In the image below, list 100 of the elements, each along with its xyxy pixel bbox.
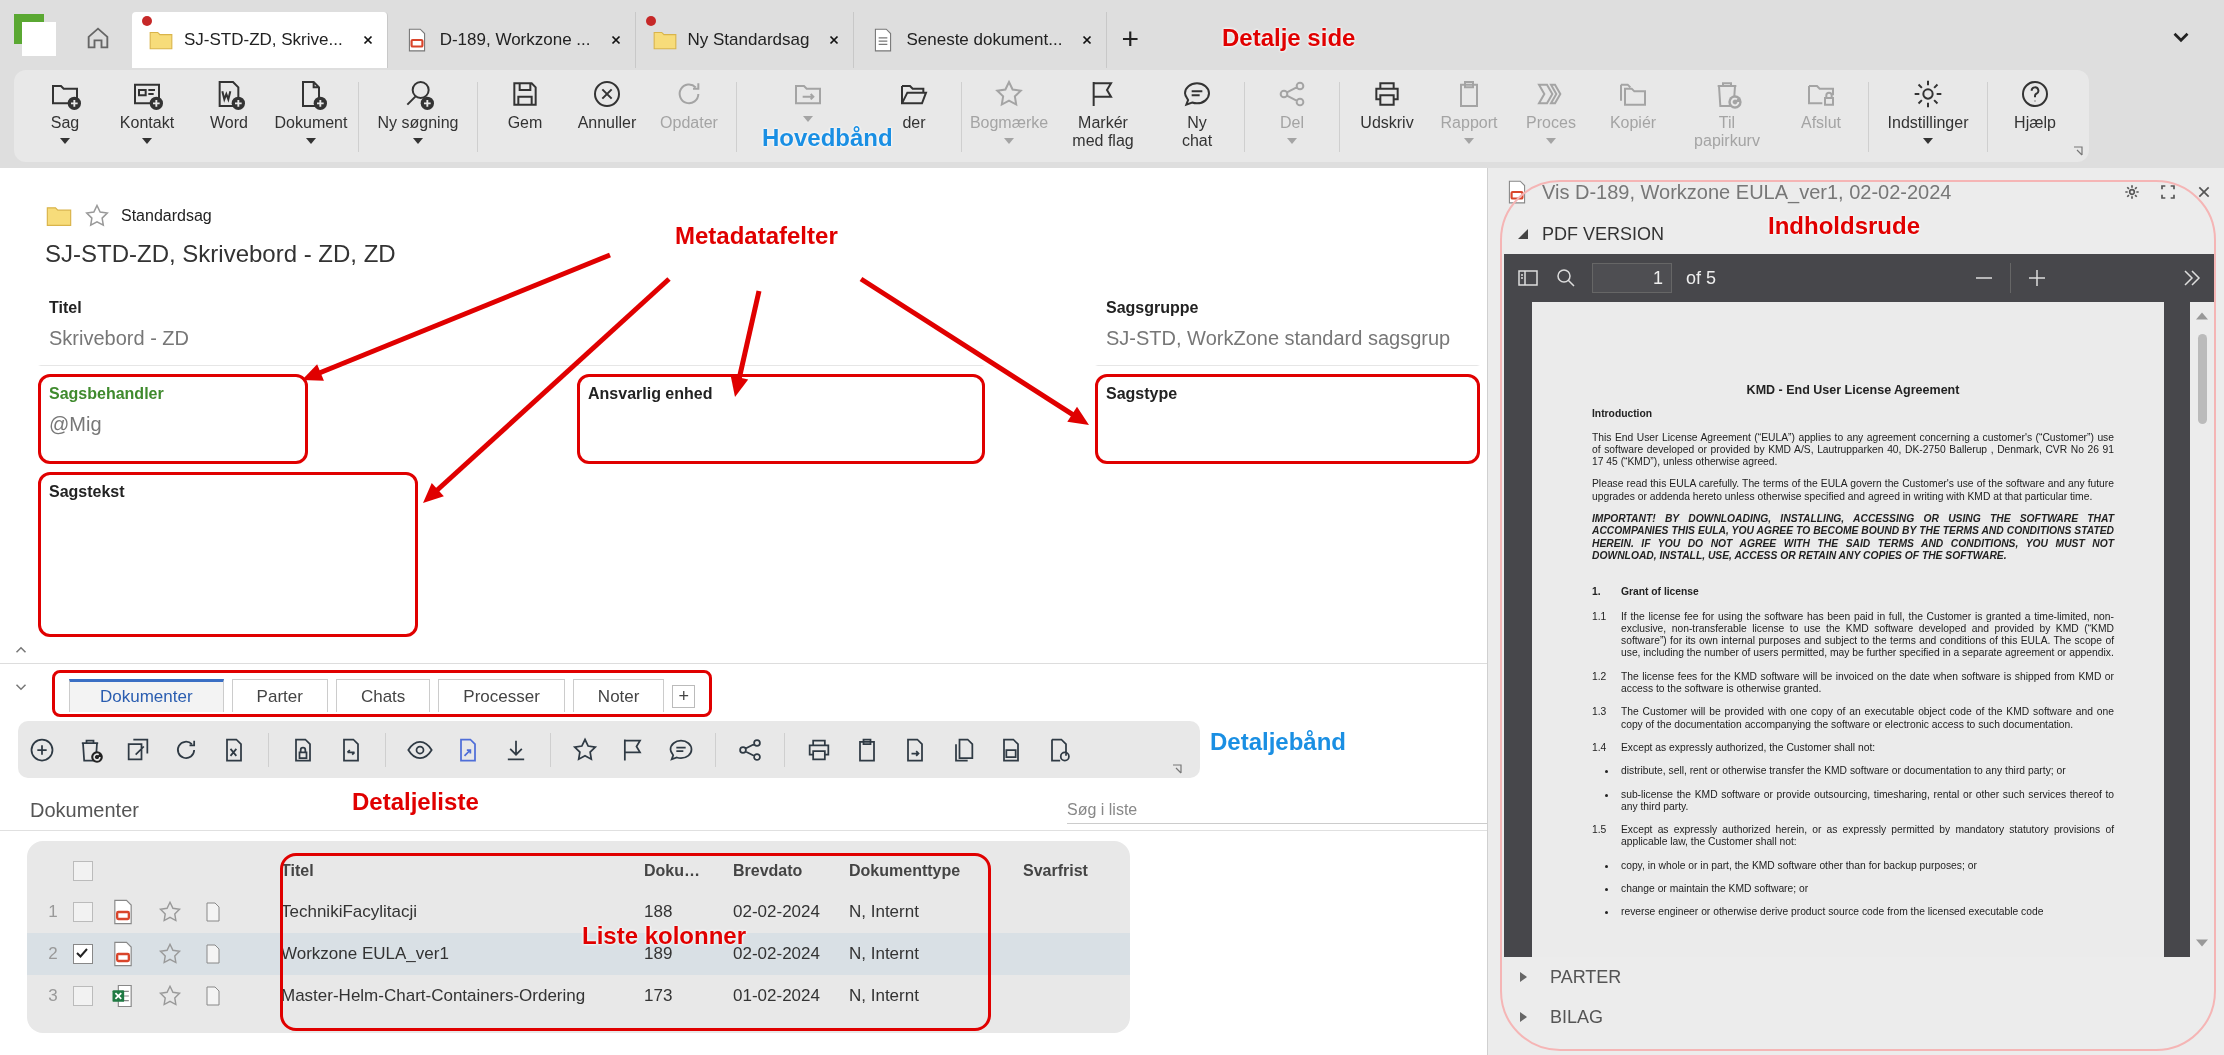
field-value: Skrivebord - ZD [49, 327, 191, 350]
ribbon-button[interactable]: Word [188, 78, 270, 132]
document-tab[interactable]: SJ-STD-ZD, Skrive... [132, 12, 388, 68]
star-icon[interactable] [157, 899, 183, 925]
star-icon[interactable] [157, 983, 183, 1009]
triangle-icon [1518, 971, 1528, 983]
detail-tab[interactable]: Processer [438, 679, 565, 712]
metadata-field[interactable]: Sagstype [1095, 374, 1480, 464]
ribbon-button[interactable]: Annuller [566, 78, 648, 132]
page-count: of 5 [1686, 267, 1717, 289]
bullet-dot [1605, 911, 1608, 915]
ribbon-button[interactable]: Ny chat [1156, 78, 1238, 150]
scrollbar[interactable] [2190, 302, 2214, 957]
section-header[interactable]: PDF VERSION [1504, 214, 1665, 254]
expand-corner-icon[interactable] [2073, 146, 2083, 156]
document-paragraph: The Customer will be provided with one copy of an executable object code of the KMD software and one copy of the documentation accompanying the software or electronic access to such documentation. [1621, 706, 2114, 731]
column-header[interactable]: Titel [281, 862, 644, 880]
column-header[interactable]: Dokumenttype [849, 862, 1023, 880]
table-cell-text: 02-02-2024 [733, 902, 821, 922]
ribbon-button[interactable]: Gem [484, 78, 566, 132]
ribbon-button[interactable]: Ny søgning [365, 78, 471, 144]
ribbon-button[interactable]: Dokument [270, 78, 352, 144]
list-item-text: change or maintain the KMD software; or [1621, 883, 1810, 896]
list-item-text: sub-license the KMD software or provide outsourcing, timesharing, rental or other such services thereof to any third party. [1621, 788, 2114, 814]
document-paragraph: IMPORTANT! BY DOWNLOADING, INSTALLING, ACCESSING OR USING THE SOFTWARE THAT ACCOMPANIES THIS EULA, YOU AGREE TO BECOME BOUND BY THE TERMS AND CONDITIONS STATED HEREIN. IF YOU DO NOT AGREE WITH THE SAID TERMS AND CONDITIONS, YOU MUST NOT DOWNLOAD, INSTALL, USE, ACCESS OR RETAIN ANY COPIES OF THE SOFTWARE. [1592, 513, 2114, 563]
metadata-field[interactable]: Ansvarlig enhed [577, 374, 985, 464]
select-all-checkbox[interactable] [73, 861, 93, 881]
scrollbar-thumb[interactable] [2197, 334, 2207, 424]
metadata-field[interactable]: Titel Skrivebord - ZD [38, 288, 985, 366]
star-icon[interactable] [157, 941, 183, 967]
bullet-dot [1605, 888, 1608, 891]
detail-tab[interactable]: Parter [231, 679, 328, 712]
close-icon[interactable] [2196, 184, 2212, 200]
ribbon-button[interactable]: Kontakt [106, 78, 188, 144]
table-cell-text: 02-02-2024 [733, 944, 821, 964]
search-field[interactable]: Søg i liste [1067, 797, 1487, 824]
page-number-field[interactable]: 1 [1592, 263, 1672, 293]
row-checkbox[interactable] [73, 986, 93, 1006]
field-label: Sagstekst [49, 483, 126, 501]
table-cell-text: Master-Helm-Chart-Containers-Ordering [281, 986, 587, 1006]
row-checkbox[interactable] [73, 944, 93, 964]
field-label: Titel [49, 299, 83, 317]
new-tab-button[interactable]: + [1121, 24, 1139, 54]
document-paragraph: Except as expressly authorized, the Customer shall not: [1621, 741, 1877, 755]
table-cell-text: N, Internt [849, 986, 920, 1006]
case-type: Standardsag [121, 207, 212, 225]
add-tab-button[interactable]: + [672, 685, 695, 708]
table-cell-text: 188 [644, 902, 674, 922]
detail-tab[interactable]: Dokumenter [69, 679, 224, 712]
document-paragraph: The license fees for the KMD software will be invoiced on the date when software is shipped from KMD or access to the software is otherwise granted. [1621, 670, 2114, 696]
metadata-field[interactable]: Sagsgruppe SJ-STD, WorkZone standard sagsgrup [1095, 288, 1480, 366]
bullet-dot [1605, 770, 1608, 774]
fullscreen-icon[interactable] [2160, 184, 2176, 200]
detail-tab[interactable]: Noter [572, 679, 665, 712]
ribbon-button[interactable]: Indstillinger [1875, 78, 1981, 144]
document-tab[interactable]: D-189, Workzone ... [387, 12, 636, 68]
document-title: KMD - End User License Agreement [1745, 384, 1961, 397]
field-label: Sagstype [1106, 385, 1179, 403]
table-row[interactable]: 3 Master-Helm-Chart-Containers-Ordering 173 01-02-2024 N, Internt [27, 975, 1130, 1017]
app-logo[interactable] [14, 14, 56, 56]
table-cell-text: 189 [644, 944, 674, 964]
document-tab[interactable]: Seneste dokument... [854, 12, 1108, 68]
table-cell-text: N, Internt [849, 902, 920, 922]
table-cell-text: TechnikiFacylitacji [281, 902, 419, 922]
column-header[interactable]: Doku… [644, 862, 733, 880]
table-cell-text: 173 [644, 986, 674, 1006]
ribbon-button[interactable]: Hjælp [1994, 78, 2076, 132]
row-checkbox[interactable] [73, 902, 93, 922]
settings-icon[interactable] [2124, 184, 2140, 200]
expand-corner-icon[interactable] [1172, 764, 1182, 774]
help-icon [2019, 78, 2051, 110]
ribbon-button[interactable]: Markér med flag [1050, 78, 1156, 150]
annotation-label: Hovedbånd [762, 124, 893, 152]
document-tab[interactable]: Ny Standardsag [635, 12, 855, 68]
viewer-title: Vis D-189, Workzone EULA_ver1, 02-02-2024 [1542, 180, 1953, 204]
triangle-icon [1518, 1011, 1528, 1023]
column-header[interactable]: Svarfrist [1023, 862, 1130, 880]
column-header[interactable]: Brevdato [733, 862, 849, 880]
list-item-text: distribute, sell, rent or otherwise transfer the KMD software or documentation to any third party; or [1621, 765, 2067, 778]
annotation-label: Detalje side [1222, 24, 1356, 52]
detail-tab[interactable]: Chats [335, 679, 431, 712]
annotation-label: Metadatafelter [675, 222, 838, 250]
metadata-field[interactable]: Sagstekst [38, 472, 418, 637]
clause-number: 1.4 [1592, 741, 1608, 755]
ribbon-button[interactable]: Udskriv [1346, 78, 1428, 132]
clause-number: 1.1 [1592, 610, 1608, 624]
section-header[interactable]: BILAG [1504, 997, 2212, 1037]
document-heading: Introduction [1592, 408, 1654, 421]
field-value: @Mig [49, 413, 103, 436]
list-title: Dokumenter [30, 799, 139, 822]
case-title: SJ-STD-ZD, Skrivebord - ZD, ZD [45, 240, 397, 268]
section-header[interactable]: PARTER [1504, 957, 2212, 997]
table-cell-text: Workzone EULA_ver1 [281, 944, 450, 964]
cancel-icon [591, 78, 623, 110]
row-number: 1 [47, 902, 59, 922]
field-label: Sagsgruppe [1106, 299, 1200, 317]
table-cell-text: N, Internt [849, 944, 920, 964]
ribbon-button[interactable]: Sag [24, 78, 106, 144]
metadata-field[interactable]: Sagsbehandler @Mig [38, 374, 308, 464]
settings-icon [1912, 78, 1944, 110]
